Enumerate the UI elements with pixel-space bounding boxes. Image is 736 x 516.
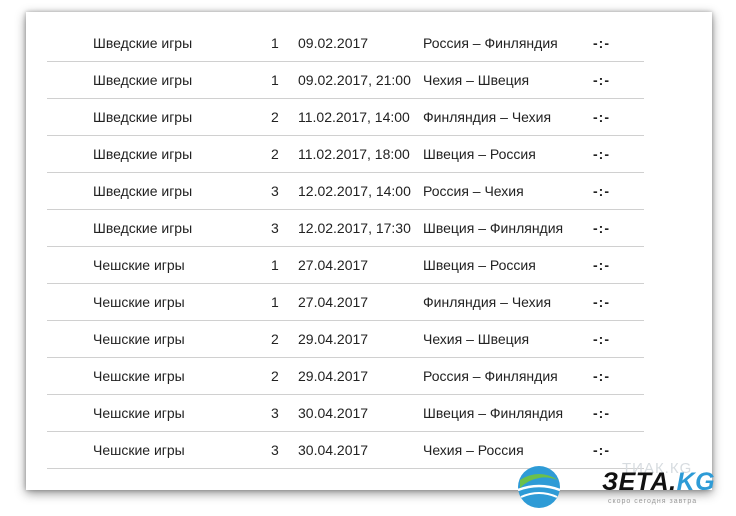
cell-datetime: 12.02.2017, 14:00 bbox=[298, 172, 423, 210]
cell-round: 2 bbox=[271, 135, 298, 173]
cell-round: 1 bbox=[271, 283, 298, 321]
cell-score: -:- bbox=[593, 246, 644, 284]
cell-score: -:- bbox=[593, 357, 644, 395]
cell-score: -:- bbox=[593, 172, 644, 210]
cell-match: Швеция – Финляндия bbox=[423, 209, 593, 247]
cell-tournament: Чешские игры bbox=[47, 394, 271, 432]
watermark-brand-text: ЗЕТА.KG bbox=[602, 468, 715, 497]
cell-match: Швеция – Россия bbox=[423, 246, 593, 284]
table-row: Шведские игры 1 09.02.2017 Россия – Финлянд… bbox=[47, 25, 644, 62]
table-row: Чешские игры 2 29.04.2017 Россия – Финлянди… bbox=[47, 357, 644, 395]
cell-tournament: Шведские игры bbox=[47, 25, 271, 62]
cell-datetime: 27.04.2017 bbox=[298, 283, 423, 321]
watermark-logo: ТИАК.КG ЗЕТА.KG скоро сегодня завтра bbox=[516, 460, 731, 510]
schedule-table: Шведские игры 1 09.02.2017 Россия – Финлянд… bbox=[47, 25, 644, 469]
page: Шведские игры 1 09.02.2017 Россия – Финлянд… bbox=[0, 0, 736, 516]
cell-datetime: 11.02.2017, 14:00 bbox=[298, 98, 423, 136]
cell-score: -:- bbox=[593, 135, 644, 173]
cell-datetime: 30.04.2017 bbox=[298, 394, 423, 432]
cell-datetime: 11.02.2017, 18:00 bbox=[298, 135, 423, 173]
cell-datetime: 12.02.2017, 17:30 bbox=[298, 209, 423, 247]
table-row: Шведские игры 2 11.02.2017, 18:00 Швеция – … bbox=[47, 135, 644, 173]
schedule-card: Шведские игры 1 09.02.2017 Россия – Финлянд… bbox=[26, 12, 712, 490]
cell-datetime: 09.02.2017, 21:00 bbox=[298, 61, 423, 99]
cell-tournament: Шведские игры bbox=[47, 135, 271, 173]
cell-datetime: 27.04.2017 bbox=[298, 246, 423, 284]
cell-datetime: 29.04.2017 bbox=[298, 320, 423, 358]
cell-match: Чехия – Швеция bbox=[423, 320, 593, 358]
cell-score: -:- bbox=[593, 98, 644, 136]
table-row: Чешские игры 1 27.04.2017 Швеция – Россия -:… bbox=[47, 246, 644, 284]
cell-score: -:- bbox=[593, 320, 644, 358]
cell-match: Чехия – Швеция bbox=[423, 61, 593, 99]
cell-round: 1 bbox=[271, 246, 298, 284]
cell-match: Россия – Финляндия bbox=[423, 357, 593, 395]
table-row: Шведские игры 2 11.02.2017, 14:00 Финляндия… bbox=[47, 98, 644, 136]
cell-score: -:- bbox=[593, 394, 644, 432]
cell-tournament: Чешские игры bbox=[47, 246, 271, 284]
cell-score: -:- bbox=[593, 283, 644, 321]
cell-match: Россия – Финляндия bbox=[423, 25, 593, 62]
schedule-table-body: Шведские игры 1 09.02.2017 Россия – Финлянд… bbox=[47, 25, 644, 469]
cell-round: 2 bbox=[271, 98, 298, 136]
watermark-tagline: скоро сегодня завтра bbox=[608, 498, 698, 505]
cell-match: Финляндия – Чехия bbox=[423, 98, 593, 136]
cell-tournament: Шведские игры bbox=[47, 61, 271, 99]
cell-round: 3 bbox=[271, 394, 298, 432]
cell-round: 2 bbox=[271, 320, 298, 358]
cell-tournament: Чешские игры bbox=[47, 431, 271, 469]
cell-round: 1 bbox=[271, 61, 298, 99]
watermark-brand-main: ЗЕТА. bbox=[602, 468, 677, 496]
cell-round: 2 bbox=[271, 357, 298, 395]
cell-tournament: Шведские игры bbox=[47, 209, 271, 247]
cell-tournament: Чешские игры bbox=[47, 320, 271, 358]
table-row: Чешские игры 2 29.04.2017 Чехия – Швеция -:- bbox=[47, 320, 644, 358]
table-row: Шведские игры 1 09.02.2017, 21:00 Чехия – Ш… bbox=[47, 61, 644, 99]
cell-score: -:- bbox=[593, 25, 644, 62]
cell-match: Швеция – Финляндия bbox=[423, 394, 593, 432]
table-row: Чешские игры 1 27.04.2017 Финляндия – Чехия… bbox=[47, 283, 644, 321]
table-row: Чешские игры 3 30.04.2017 Швеция – Финлянди… bbox=[47, 394, 644, 432]
cell-score: -:- bbox=[593, 209, 644, 247]
cell-tournament: Шведские игры bbox=[47, 172, 271, 210]
cell-round: 1 bbox=[271, 25, 298, 62]
cell-round: 3 bbox=[271, 172, 298, 210]
cell-tournament: Шведские игры bbox=[47, 98, 271, 136]
cell-match: Россия – Чехия bbox=[423, 172, 593, 210]
table-row: Шведские игры 3 12.02.2017, 14:00 Россия – … bbox=[47, 172, 644, 210]
cell-datetime: 09.02.2017 bbox=[298, 25, 423, 62]
cell-score: -:- bbox=[593, 61, 644, 99]
table-row: Шведские игры 3 12.02.2017, 17:30 Швеция – … bbox=[47, 209, 644, 247]
cell-match: Финляндия – Чехия bbox=[423, 283, 593, 321]
cell-tournament: Чешские игры bbox=[47, 357, 271, 395]
cell-round: 3 bbox=[271, 431, 298, 469]
cell-datetime: 30.04.2017 bbox=[298, 431, 423, 469]
watermark-brand-accent: KG bbox=[676, 468, 716, 496]
cell-round: 3 bbox=[271, 209, 298, 247]
globe-icon bbox=[517, 466, 561, 508]
cell-match: Швеция – Россия bbox=[423, 135, 593, 173]
cell-datetime: 29.04.2017 bbox=[298, 357, 423, 395]
cell-tournament: Чешские игры bbox=[47, 283, 271, 321]
